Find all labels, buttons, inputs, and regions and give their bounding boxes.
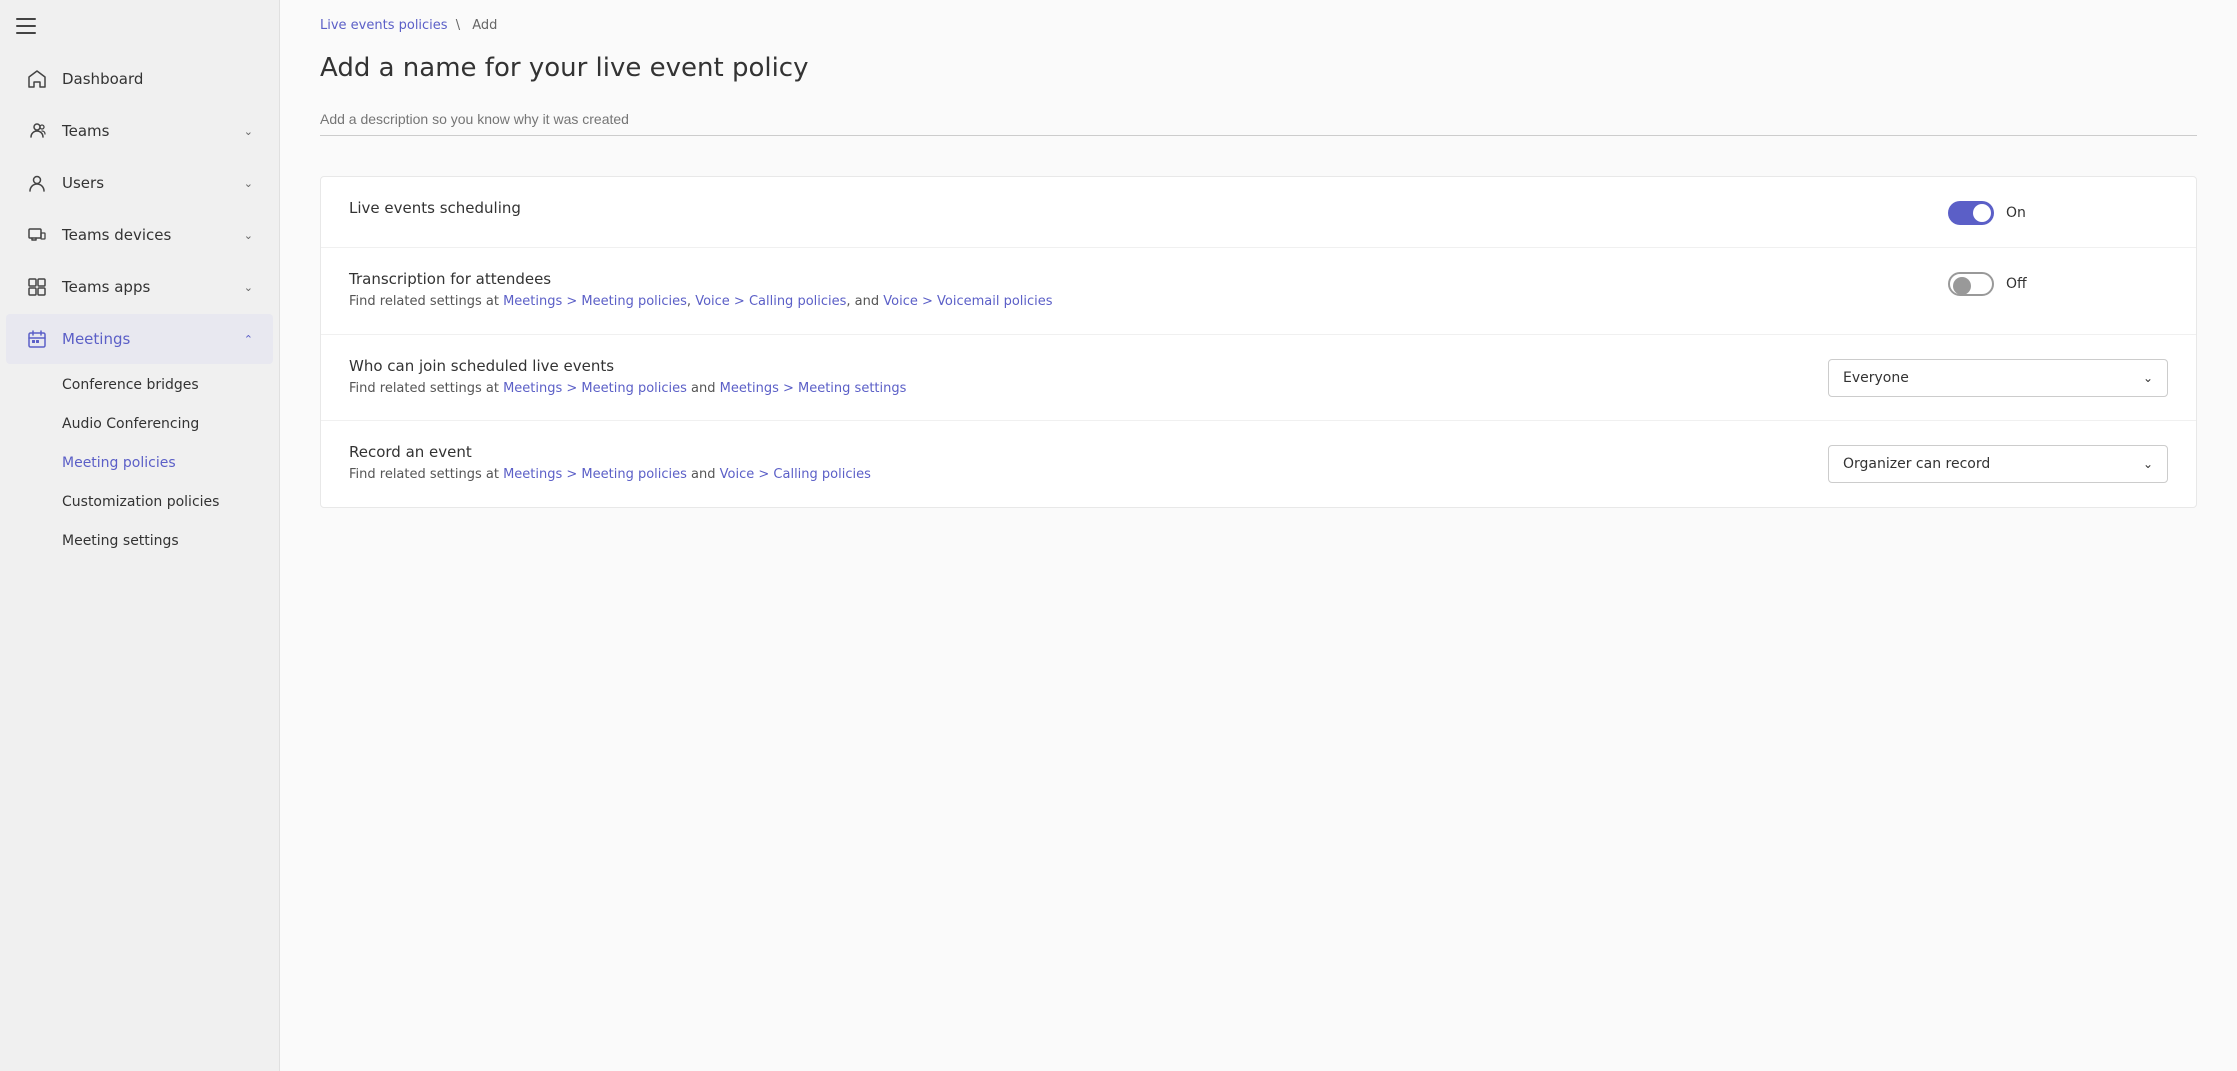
- setting-who-can-join: Who can join scheduled live events Find …: [321, 335, 2196, 422]
- setting-info: Transcription for attendees Find related…: [349, 270, 1928, 312]
- setting-label: Who can join scheduled live events: [349, 357, 1808, 375]
- dropdown-value: Organizer can record: [1843, 456, 1990, 472]
- sidebar-item-teams-devices[interactable]: Teams devices ⌄: [6, 210, 273, 260]
- link-meetings-meeting-policies-2[interactable]: Meetings > Meeting policies: [503, 381, 687, 396]
- link-voice-voicemail-policies[interactable]: Voice > Voicemail policies: [883, 294, 1052, 309]
- chevron-down-icon: ⌄: [244, 229, 253, 242]
- live-events-scheduling-toggle[interactable]: [1948, 201, 1994, 225]
- apps-icon: [26, 276, 48, 298]
- devices-icon: [26, 224, 48, 246]
- sidebar-item-label: Users: [62, 174, 230, 192]
- setting-control-toggle-off: Off: [1948, 270, 2168, 296]
- setting-control-toggle-on: On: [1948, 199, 2168, 225]
- sidebar-item-label: Meetings: [62, 330, 230, 348]
- setting-label: Transcription for attendees: [349, 270, 1928, 288]
- sidebar: Dashboard Teams ⌄ Us: [0, 0, 280, 1071]
- hamburger-menu[interactable]: [16, 18, 36, 34]
- toggle-on-label: On: [2006, 205, 2026, 221]
- breadcrumb-parent[interactable]: Live events policies: [320, 18, 448, 33]
- sidebar-subitem-customization-policies[interactable]: Customization policies: [6, 483, 273, 521]
- setting-transcription: Transcription for attendees Find related…: [321, 248, 2196, 335]
- setting-info: Record an event Find related settings at…: [349, 443, 1808, 485]
- sidebar-item-teams[interactable]: Teams ⌄: [6, 106, 273, 156]
- setting-description: Find related settings at Meetings > Meet…: [349, 465, 1808, 485]
- setting-description: Find related settings at Meetings > Meet…: [349, 379, 1808, 399]
- sidebar-item-dashboard[interactable]: Dashboard: [6, 54, 273, 104]
- sidebar-item-meetings[interactable]: Meetings ⌃: [6, 314, 273, 364]
- chevron-up-icon: ⌃: [244, 333, 253, 346]
- page-content: Add a name for your live event policy Li…: [280, 43, 2237, 548]
- breadcrumb-current: Add: [472, 18, 497, 33]
- setting-info: Live events scheduling: [349, 199, 1928, 221]
- users-icon: [26, 172, 48, 194]
- sidebar-subitem-audio-conferencing[interactable]: Audio Conferencing: [6, 405, 273, 443]
- chevron-down-icon: ⌄: [244, 177, 253, 190]
- link-voice-calling-policies[interactable]: Voice > Calling policies: [695, 294, 846, 309]
- chevron-down-icon: ⌄: [2143, 457, 2153, 471]
- sidebar-item-label: Teams apps: [62, 278, 230, 296]
- setting-label: Record an event: [349, 443, 1808, 461]
- description-input[interactable]: [320, 103, 2197, 136]
- who-can-join-dropdown[interactable]: Everyone ⌄: [1828, 359, 2168, 397]
- sidebar-item-label: Teams: [62, 122, 230, 140]
- link-meetings-meeting-policies-3[interactable]: Meetings > Meeting policies: [503, 467, 687, 482]
- breadcrumb: Live events policies \ Add: [280, 0, 2237, 43]
- sidebar-subitem-conference-bridges[interactable]: Conference bridges: [6, 366, 273, 404]
- setting-control-dropdown-record: Organizer can record ⌄: [1828, 443, 2168, 483]
- setting-control-dropdown-everyone: Everyone ⌄: [1828, 357, 2168, 397]
- sidebar-item-label: Dashboard: [62, 70, 253, 88]
- transcription-toggle[interactable]: [1948, 272, 1994, 296]
- sidebar-item-users[interactable]: Users ⌄: [6, 158, 273, 208]
- setting-label: Live events scheduling: [349, 199, 1928, 217]
- chevron-down-icon: ⌄: [244, 281, 253, 294]
- setting-description: Find related settings at Meetings > Meet…: [349, 292, 1928, 312]
- sidebar-navigation: Dashboard Teams ⌄ Us: [0, 52, 279, 1071]
- link-voice-calling-policies-2[interactable]: Voice > Calling policies: [720, 467, 871, 482]
- sidebar-header: [0, 0, 279, 52]
- sidebar-subitem-meeting-policies[interactable]: Meeting policies: [6, 444, 273, 482]
- dropdown-value: Everyone: [1843, 370, 1909, 386]
- record-event-dropdown[interactable]: Organizer can record ⌄: [1828, 445, 2168, 483]
- sidebar-item-teams-apps[interactable]: Teams apps ⌄: [6, 262, 273, 312]
- chevron-down-icon: ⌄: [2143, 371, 2153, 385]
- page-title: Add a name for your live event policy: [320, 53, 2197, 83]
- teams-icon: [26, 120, 48, 142]
- toggle-off-label: Off: [2006, 276, 2027, 292]
- sidebar-subitem-meeting-settings[interactable]: Meeting settings: [6, 522, 273, 560]
- setting-record-event: Record an event Find related settings at…: [321, 421, 2196, 507]
- link-meetings-meeting-settings[interactable]: Meetings > Meeting settings: [720, 381, 907, 396]
- meetings-icon: [26, 328, 48, 350]
- settings-section: Live events scheduling On Transcription …: [320, 176, 2197, 508]
- link-meetings-meeting-policies[interactable]: Meetings > Meeting policies: [503, 294, 687, 309]
- main-content: Live events policies \ Add Add a name fo…: [280, 0, 2237, 1071]
- setting-info: Who can join scheduled live events Find …: [349, 357, 1808, 399]
- setting-live-events-scheduling: Live events scheduling On: [321, 177, 2196, 248]
- sidebar-item-label: Teams devices: [62, 226, 230, 244]
- home-icon: [26, 68, 48, 90]
- breadcrumb-separator: \: [456, 18, 465, 33]
- chevron-down-icon: ⌄: [244, 125, 253, 138]
